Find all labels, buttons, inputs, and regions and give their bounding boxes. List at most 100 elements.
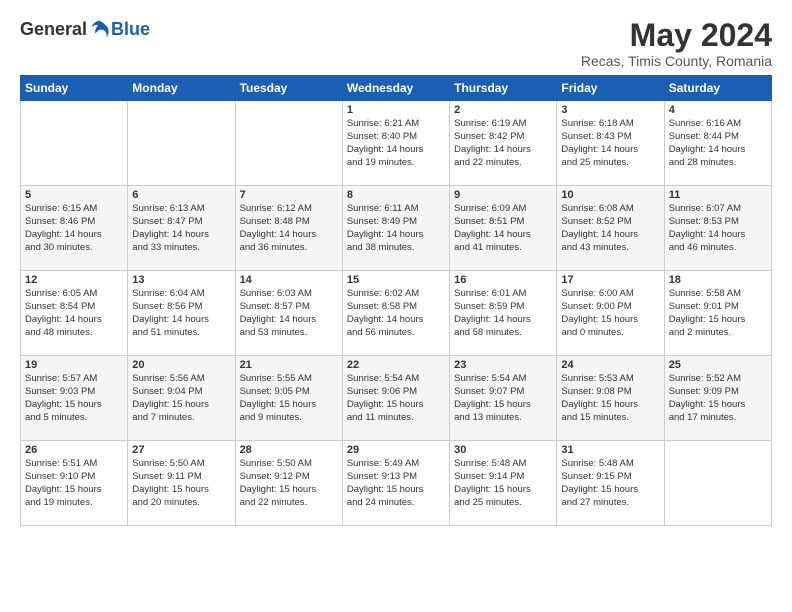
day-info: Sunrise: 5:54 AM Sunset: 9:07 PM Dayligh…	[454, 373, 552, 424]
calendar-week-3: 12 Sunrise: 6:05 AM Sunset: 8:54 PM Dayli…	[21, 271, 772, 356]
calendar-cell	[21, 101, 128, 186]
day-number: 16	[454, 274, 552, 286]
month-year: May 2024	[581, 18, 772, 53]
calendar-cell: 30Sunrise: 5:48 AM Sunset: 9:14 PM Dayli…	[450, 441, 557, 526]
calendar-cell: 31Sunrise: 5:48 AM Sunset: 9:15 PM Dayli…	[557, 441, 664, 526]
day-number: 29	[347, 444, 445, 456]
day-number: 9	[454, 189, 552, 201]
header-day-saturday: Saturday	[664, 76, 771, 101]
calendar-cell: 18 Sunrise: 5:58 AM Sunset: 9:01 PM Dayli…	[664, 271, 771, 356]
calendar-cell	[235, 101, 342, 186]
calendar-cell: 4 Sunrise: 6:16 AM Sunset: 8:44 PM Daylig…	[664, 101, 771, 186]
day-info: Sunrise: 6:18 AM Sunset: 8:43 PM Dayligh…	[561, 118, 659, 169]
calendar-cell: 16Sunrise: 6:01 AM Sunset: 8:59 PM Dayli…	[450, 271, 557, 356]
day-info: Sunrise: 6:15 AM Sunset: 8:46 PM Dayligh…	[25, 203, 123, 254]
header-day-sunday: Sunday	[21, 76, 128, 101]
day-info: Sunrise: 6:12 AM Sunset: 8:48 PM Dayligh…	[240, 203, 338, 254]
calendar-cell: 28 Sunrise: 5:50 AM Sunset: 9:12 PM Dayli…	[235, 441, 342, 526]
day-number: 17	[561, 274, 659, 286]
day-number: 6	[132, 189, 230, 201]
day-number: 14	[240, 274, 338, 286]
calendar-cell: 8 Sunrise: 6:11 AM Sunset: 8:49 PM Daylig…	[342, 186, 449, 271]
day-number: 28	[240, 444, 338, 456]
day-number: 4	[669, 104, 767, 116]
day-number: 24	[561, 359, 659, 371]
header-day-friday: Friday	[557, 76, 664, 101]
title-area: May 2024 Recas, Timis County, Romania	[581, 18, 772, 69]
day-number: 27	[132, 444, 230, 456]
day-info: Sunrise: 5:53 AM Sunset: 9:08 PM Dayligh…	[561, 373, 659, 424]
calendar-table: SundayMondayTuesdayWednesdayThursdayFrid…	[20, 75, 772, 526]
calendar-cell: 10 Sunrise: 6:08 AM Sunset: 8:52 PM Dayli…	[557, 186, 664, 271]
day-info: Sunrise: 5:49 AM Sunset: 9:13 PM Dayligh…	[347, 458, 445, 509]
day-info: Sunrise: 6:21 AM Sunset: 8:40 PM Dayligh…	[347, 118, 445, 169]
calendar-cell: 12 Sunrise: 6:05 AM Sunset: 8:54 PM Dayli…	[21, 271, 128, 356]
day-number: 21	[240, 359, 338, 371]
day-info: Sunrise: 5:58 AM Sunset: 9:01 PM Dayligh…	[669, 288, 767, 339]
calendar-cell: 14 Sunrise: 6:03 AM Sunset: 8:57 PM Dayli…	[235, 271, 342, 356]
day-info: Sunrise: 5:50 AM Sunset: 9:12 PM Dayligh…	[240, 458, 338, 509]
calendar-cell: 27Sunrise: 5:50 AM Sunset: 9:11 PM Dayli…	[128, 441, 235, 526]
calendar-cell: 17 Sunrise: 6:00 AM Sunset: 9:00 PM Dayli…	[557, 271, 664, 356]
day-info: Sunrise: 6:03 AM Sunset: 8:57 PM Dayligh…	[240, 288, 338, 339]
calendar-cell: 15Sunrise: 6:02 AM Sunset: 8:58 PM Dayli…	[342, 271, 449, 356]
calendar-week-2: 5 Sunrise: 6:15 AM Sunset: 8:46 PM Daylig…	[21, 186, 772, 271]
logo-general-text: General	[20, 19, 87, 40]
day-number: 11	[669, 189, 767, 201]
day-info: Sunrise: 6:08 AM Sunset: 8:52 PM Dayligh…	[561, 203, 659, 254]
day-info: Sunrise: 5:55 AM Sunset: 9:05 PM Dayligh…	[240, 373, 338, 424]
calendar-week-5: 26Sunrise: 5:51 AM Sunset: 9:10 PM Dayli…	[21, 441, 772, 526]
calendar-cell: 25Sunrise: 5:52 AM Sunset: 9:09 PM Dayli…	[664, 356, 771, 441]
calendar-week-1: 1Sunrise: 6:21 AM Sunset: 8:40 PM Daylig…	[21, 101, 772, 186]
header-day-thursday: Thursday	[450, 76, 557, 101]
day-info: Sunrise: 5:56 AM Sunset: 9:04 PM Dayligh…	[132, 373, 230, 424]
calendar-cell	[128, 101, 235, 186]
day-number: 15	[347, 274, 445, 286]
day-number: 2	[454, 104, 552, 116]
day-info: Sunrise: 6:05 AM Sunset: 8:54 PM Dayligh…	[25, 288, 123, 339]
header-area: General Blue May 2024 Recas, Timis Count…	[20, 18, 772, 69]
calendar-cell: 19Sunrise: 5:57 AM Sunset: 9:03 PM Dayli…	[21, 356, 128, 441]
day-info: Sunrise: 5:48 AM Sunset: 9:14 PM Dayligh…	[454, 458, 552, 509]
calendar-cell: 29 Sunrise: 5:49 AM Sunset: 9:13 PM Dayli…	[342, 441, 449, 526]
calendar-cell: 21 Sunrise: 5:55 AM Sunset: 9:05 PM Dayli…	[235, 356, 342, 441]
calendar-cell: 9 Sunrise: 6:09 AM Sunset: 8:51 PM Daylig…	[450, 186, 557, 271]
day-info: Sunrise: 6:19 AM Sunset: 8:42 PM Dayligh…	[454, 118, 552, 169]
day-info: Sunrise: 6:00 AM Sunset: 9:00 PM Dayligh…	[561, 288, 659, 339]
calendar-cell: 5 Sunrise: 6:15 AM Sunset: 8:46 PM Daylig…	[21, 186, 128, 271]
header-day-tuesday: Tuesday	[235, 76, 342, 101]
calendar-cell: 13 Sunrise: 6:04 AM Sunset: 8:56 PM Dayli…	[128, 271, 235, 356]
day-number: 5	[25, 189, 123, 201]
day-info: Sunrise: 5:54 AM Sunset: 9:06 PM Dayligh…	[347, 373, 445, 424]
day-info: Sunrise: 6:16 AM Sunset: 8:44 PM Dayligh…	[669, 118, 767, 169]
day-number: 8	[347, 189, 445, 201]
calendar-cell: 2 Sunrise: 6:19 AM Sunset: 8:42 PM Daylig…	[450, 101, 557, 186]
calendar-cell: 23 Sunrise: 5:54 AM Sunset: 9:07 PM Dayli…	[450, 356, 557, 441]
logo: General Blue	[20, 18, 150, 40]
day-number: 18	[669, 274, 767, 286]
header-day-wednesday: Wednesday	[342, 76, 449, 101]
calendar-cell: 22Sunrise: 5:54 AM Sunset: 9:06 PM Dayli…	[342, 356, 449, 441]
calendar-cell: 7 Sunrise: 6:12 AM Sunset: 8:48 PM Daylig…	[235, 186, 342, 271]
logo-blue-text: Blue	[111, 19, 150, 40]
day-info: Sunrise: 6:11 AM Sunset: 8:49 PM Dayligh…	[347, 203, 445, 254]
calendar-header-row: SundayMondayTuesdayWednesdayThursdayFrid…	[21, 76, 772, 101]
day-number: 23	[454, 359, 552, 371]
day-number: 20	[132, 359, 230, 371]
day-info: Sunrise: 5:57 AM Sunset: 9:03 PM Dayligh…	[25, 373, 123, 424]
day-number: 12	[25, 274, 123, 286]
calendar-cell: 20 Sunrise: 5:56 AM Sunset: 9:04 PM Dayli…	[128, 356, 235, 441]
calendar-cell: 6Sunrise: 6:13 AM Sunset: 8:47 PM Daylig…	[128, 186, 235, 271]
header-day-monday: Monday	[128, 76, 235, 101]
day-info: Sunrise: 6:09 AM Sunset: 8:51 PM Dayligh…	[454, 203, 552, 254]
day-number: 26	[25, 444, 123, 456]
calendar-page: General Blue May 2024 Recas, Timis Count…	[0, 0, 792, 536]
day-info: Sunrise: 5:52 AM Sunset: 9:09 PM Dayligh…	[669, 373, 767, 424]
day-info: Sunrise: 6:04 AM Sunset: 8:56 PM Dayligh…	[132, 288, 230, 339]
day-number: 10	[561, 189, 659, 201]
day-number: 13	[132, 274, 230, 286]
location: Recas, Timis County, Romania	[581, 53, 772, 69]
calendar-cell: 3Sunrise: 6:18 AM Sunset: 8:43 PM Daylig…	[557, 101, 664, 186]
day-number: 7	[240, 189, 338, 201]
calendar-cell: 26Sunrise: 5:51 AM Sunset: 9:10 PM Dayli…	[21, 441, 128, 526]
